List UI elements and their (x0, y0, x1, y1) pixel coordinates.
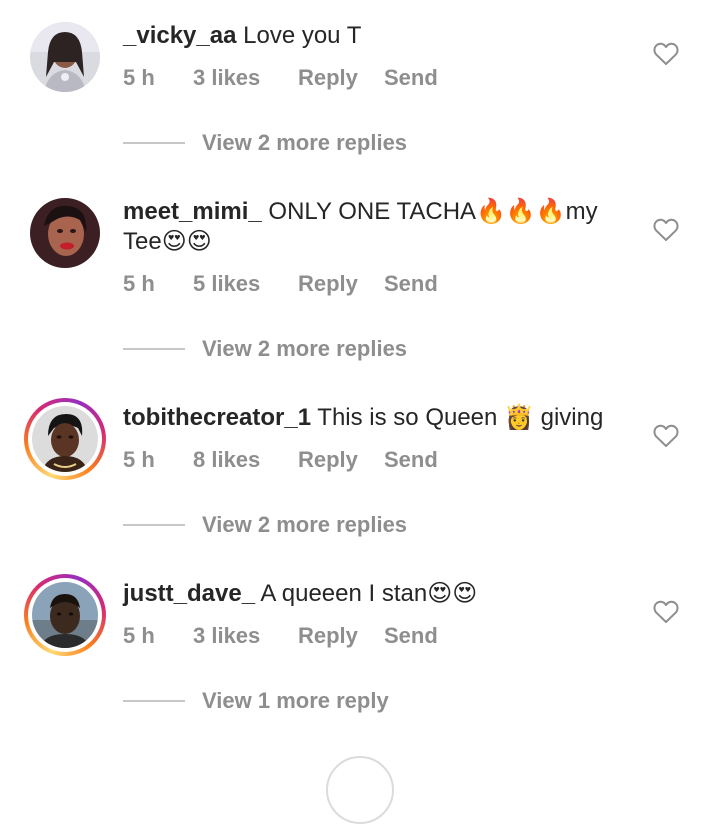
comment-body: This is so Queen 👸 giving (317, 404, 604, 431)
view-replies-divider (123, 524, 185, 526)
send-button[interactable]: Send (384, 271, 438, 297)
comment-body: Love you T (243, 22, 362, 49)
comment-time: 5 h (123, 271, 155, 296)
reply-button[interactable]: Reply (298, 447, 384, 473)
comment-likes[interactable]: 3 likes (193, 65, 298, 91)
like-heart-icon[interactable] (653, 218, 679, 242)
comment-username[interactable]: tobithecreator_1 (123, 404, 311, 431)
avatar-frame (30, 198, 100, 268)
comment-text: tobithecreator_1 This is so Queen 👸 givi… (123, 403, 633, 433)
avatar-photo (30, 22, 100, 92)
avatar-story-ring[interactable] (24, 574, 106, 656)
reply-button[interactable]: Reply (298, 271, 384, 297)
avatar-photo (32, 582, 98, 648)
comment-time: 5 h (123, 65, 155, 90)
view-replies-divider (123, 700, 185, 702)
avatar-story-ring[interactable] (24, 398, 106, 480)
comment-meta: 5 h 3 likes Reply Send (123, 623, 438, 649)
comment-username[interactable]: justt_dave_ (123, 580, 255, 607)
reply-button[interactable]: Reply (298, 65, 384, 91)
avatar-frame (28, 578, 102, 652)
like-heart-icon[interactable] (653, 600, 679, 624)
loading-spinner (326, 756, 394, 824)
comment-time: 5 h (123, 447, 155, 472)
avatar-frame (30, 22, 100, 92)
comment-likes[interactable]: 3 likes (193, 623, 298, 649)
send-button[interactable]: Send (384, 447, 438, 473)
send-button[interactable]: Send (384, 65, 438, 91)
comment-meta: 5 h 8 likes Reply Send (123, 447, 438, 473)
view-replies-label: View 2 more replies (202, 512, 408, 537)
comment-body: A queeen I stan😍😍 (260, 580, 478, 607)
avatar-photo (30, 198, 100, 268)
view-replies-button[interactable]: View 2 more replies (123, 130, 407, 156)
comment-text: justt_dave_ A queeen I stan😍😍 (123, 579, 633, 609)
like-heart-icon[interactable] (653, 42, 679, 66)
view-replies-button[interactable]: View 2 more replies (123, 512, 407, 538)
comment-text: _vicky_aa Love you T (123, 21, 633, 51)
comment-text: meet_mimi_ ONLY ONE TACHA🔥🔥🔥my Tee😍😍 (123, 197, 633, 257)
view-replies-divider (123, 142, 185, 144)
like-heart-icon[interactable] (653, 424, 679, 448)
comment-time: 5 h (123, 623, 155, 648)
comment-likes[interactable]: 8 likes (193, 447, 298, 473)
avatar[interactable] (24, 16, 106, 98)
comment-username[interactable]: meet_mimi_ (123, 198, 262, 225)
view-replies-label: View 2 more replies (202, 336, 408, 361)
view-replies-label: View 2 more replies (202, 130, 408, 155)
reply-button[interactable]: Reply (298, 623, 384, 649)
comment-username[interactable]: _vicky_aa (123, 22, 236, 49)
comment-meta: 5 h 5 likes Reply Send (123, 271, 438, 297)
avatar[interactable] (24, 192, 106, 274)
avatar-frame (28, 402, 102, 476)
comment-likes[interactable]: 5 likes (193, 271, 298, 297)
view-replies-button[interactable]: View 2 more replies (123, 336, 407, 362)
avatar-photo (32, 406, 98, 472)
view-replies-button[interactable]: View 1 more reply (123, 688, 389, 714)
view-replies-divider (123, 348, 185, 350)
comment-meta: 5 h 3 likes Reply Send (123, 65, 438, 91)
send-button[interactable]: Send (384, 623, 438, 649)
view-replies-label: View 1 more reply (202, 688, 389, 713)
